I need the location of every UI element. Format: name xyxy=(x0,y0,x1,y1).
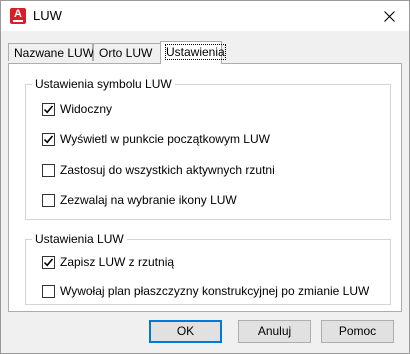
cancel-button[interactable]: Anuluj xyxy=(238,320,311,343)
checkbox-visible[interactable] xyxy=(42,102,55,116)
checkbox-row-plan-view-on-ucs-change[interactable]: Wywołaj plan płaszczyzny konstrukcyjnej … xyxy=(42,283,369,299)
checkbox-label-allow-selecting-icon: Zezwalaj na wybranie ikony LUW xyxy=(60,193,237,207)
checkbox-apply-to-all-viewports[interactable] xyxy=(42,163,55,177)
checkmark-icon xyxy=(43,257,54,266)
checkbox-row-apply-to-all-viewports[interactable]: Zastosuj do wszystkich aktywnych rzutni xyxy=(42,162,275,178)
window-title: LUW xyxy=(33,8,62,23)
checkbox-save-ucs-with-viewport[interactable] xyxy=(42,255,55,269)
checkbox-label-apply-to-all-viewports: Zastosuj do wszystkich aktywnych rzutni xyxy=(60,163,275,177)
ucs-settings-legend: Ustawienia LUW xyxy=(32,232,127,246)
checkbox-label-visible: Widoczny xyxy=(60,102,113,116)
ok-button[interactable]: OK xyxy=(149,320,222,343)
autocad-app-icon: A xyxy=(10,8,26,24)
checkbox-label-save-ucs-with-viewport: Zapisz LUW z rzutnią xyxy=(60,255,175,269)
title-bar[interactable]: A LUW xyxy=(1,1,409,31)
checkbox-label-plan-view-on-ucs-change: Wywołaj plan płaszczyzny konstrukcyjnej … xyxy=(60,284,370,298)
dialog-window: A LUW Nazwane LUW Orto LUW Ustawienia Us… xyxy=(0,0,410,354)
help-button[interactable]: Pomoc xyxy=(321,320,394,343)
checkbox-row-display-at-origin[interactable]: Wyświetl w punkcie początkowym LUW xyxy=(42,131,270,147)
close-button[interactable] xyxy=(369,1,409,31)
settings-tab-panel: Ustawienia symbolu LUW Widoczny Wyświetl… xyxy=(8,63,402,312)
checkbox-row-allow-selecting-icon[interactable]: Zezwalaj na wybranie ikony LUW xyxy=(42,192,237,208)
ucs-icon-settings-legend: Ustawienia symbolu LUW xyxy=(32,77,175,91)
checkbox-row-visible[interactable]: Widoczny xyxy=(42,101,112,117)
checkbox-row-save-ucs-with-viewport[interactable]: Zapisz LUW z rzutnią xyxy=(42,254,174,270)
close-icon xyxy=(383,10,395,22)
ucs-settings-group: Ustawienia LUW Zapisz LUW z rzutnią Wywo… xyxy=(25,232,391,305)
tab-named-ucs[interactable]: Nazwane LUW xyxy=(8,43,94,61)
tab-settings[interactable]: Ustawienia xyxy=(160,41,226,64)
checkbox-display-at-origin[interactable] xyxy=(42,132,55,146)
checkbox-plan-view-on-ucs-change[interactable] xyxy=(42,284,55,298)
checkbox-allow-selecting-icon[interactable] xyxy=(42,193,55,207)
tab-orthographic-ucs[interactable]: Orto LUW xyxy=(93,43,161,61)
checkmark-icon xyxy=(43,134,54,143)
checkmark-icon xyxy=(43,104,54,113)
ucs-icon-settings-group: Ustawienia symbolu LUW Widoczny Wyświetl… xyxy=(25,77,391,220)
checkbox-label-display-at-origin: Wyświetl w punkcie początkowym LUW xyxy=(60,132,270,146)
